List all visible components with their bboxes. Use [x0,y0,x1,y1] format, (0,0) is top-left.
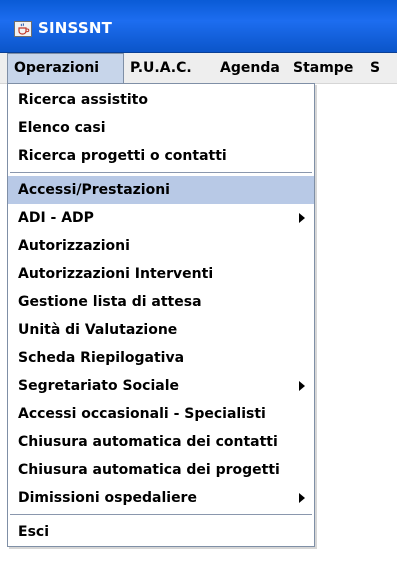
menu-item-ricerca-assistito[interactable]: Ricerca assistito [8,86,314,114]
menu-item-chiusura-progetti[interactable]: Chiusura automatica dei progetti [8,456,314,484]
application-window: SINSSNT Operazioni P.U.A.C. Agenda Stamp… [0,0,397,572]
operazioni-dropdown-menu: Ricerca assistito Elenco casi Ricerca pr… [7,83,315,547]
menu-item-accessi-prestazioni[interactable]: Accessi/Prestazioni [8,176,314,204]
menu-item-autorizzazioni-interventi[interactable]: Autorizzazioni Interventi [8,260,314,288]
submenu-arrow-icon [299,381,305,391]
menu-item-accessi-occasionali[interactable]: Accessi occasionali - Specialisti [8,400,314,428]
menu-item-esci[interactable]: Esci [8,518,314,546]
menu-operazioni[interactable]: Operazioni [7,53,124,83]
menu-separator [10,172,312,174]
menu-item-label: Dimissioni ospedaliere [18,490,197,506]
menu-item-label: ADI - ADP [18,210,94,226]
menu-item-segretariato-sociale[interactable]: Segretariato Sociale [8,372,314,400]
submenu-arrow-icon [299,213,305,223]
menu-item-adi-adp[interactable]: ADI - ADP [8,204,314,232]
menu-s[interactable]: S [364,53,386,83]
java-cup-icon [14,21,32,37]
menu-item-unita-valutazione[interactable]: Unità di Valutazione [8,316,314,344]
menu-item-scheda-riepilogativa[interactable]: Scheda Riepilogativa [8,344,314,372]
window-title: SINSSNT [38,19,113,37]
menu-separator [10,514,312,516]
menu-item-elenco-casi[interactable]: Elenco casi [8,114,314,142]
menu-item-ricerca-progetti[interactable]: Ricerca progetti o contatti [8,142,314,170]
title-bar[interactable]: SINSSNT [0,0,397,53]
menu-item-chiusura-contatti[interactable]: Chiusura automatica dei contatti [8,428,314,456]
submenu-arrow-icon [299,493,305,503]
menu-agenda[interactable]: Agenda [214,53,286,83]
menu-stampe[interactable]: Stampe [287,53,359,83]
menu-bar: Operazioni P.U.A.C. Agenda Stampe S [0,53,397,84]
menu-item-gestione-lista-attesa[interactable]: Gestione lista di attesa [8,288,314,316]
menu-item-dimissioni-ospedaliere[interactable]: Dimissioni ospedaliere [8,484,314,512]
menu-item-label: Segretariato Sociale [18,378,180,394]
menu-item-autorizzazioni[interactable]: Autorizzazioni [8,232,314,260]
menu-puac[interactable]: P.U.A.C. [124,53,198,83]
